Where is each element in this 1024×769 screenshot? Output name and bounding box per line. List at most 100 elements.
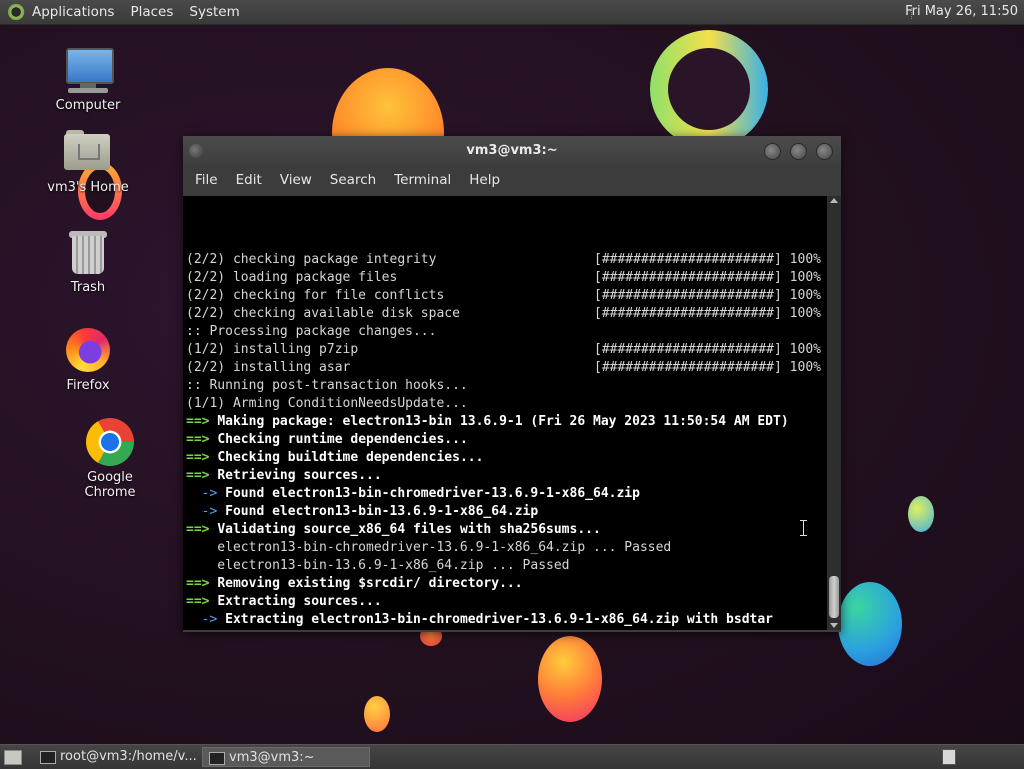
line-text: (2/2) loading package files — [186, 270, 398, 285]
close-icon[interactable] — [816, 143, 833, 160]
wallpaper-blue-bubble — [838, 582, 902, 666]
terminal-window[interactable]: vm3@vm3:~ File Edit View Search Terminal… — [183, 136, 841, 632]
line-text: (2/2) checking package integrity — [186, 252, 437, 267]
desktop-icon-trash[interactable]: Trash — [38, 228, 138, 295]
line-text: Making package: electron13-bin 13.6.9-1 … — [217, 414, 789, 429]
wallpaper-small-bubble — [364, 696, 390, 732]
desktop-icon-computer[interactable]: Computer — [38, 46, 138, 113]
maximize-icon[interactable] — [790, 143, 807, 160]
scroll-up-icon[interactable] — [830, 198, 838, 203]
line-prefix: ==> — [186, 450, 210, 465]
menu-view[interactable]: View — [271, 172, 321, 188]
line-prefix: ==> — [186, 576, 210, 591]
line-text: :: Running post-transaction hooks... — [186, 378, 468, 393]
menu-search[interactable]: Search — [321, 172, 385, 188]
menu-edit[interactable]: Edit — [227, 172, 271, 188]
scrollbar-thumb[interactable] — [829, 576, 839, 618]
line-text: (2/2) installing asar — [186, 360, 351, 375]
line-text: (1/2) installing p7zip — [186, 342, 359, 357]
terminal-line: (2/2) checking for file conflicts [######… — [186, 287, 827, 305]
line-text: Retrieving sources... — [217, 468, 382, 483]
line-prefix: -> — [186, 504, 218, 519]
terminal-line: (2/2) loading package files [############… — [186, 269, 827, 287]
terminal-icon — [40, 751, 56, 764]
line-text: electron13-bin-chromedriver-13.6.9-1-x86… — [186, 540, 672, 555]
terminal-line: ==> Validating source_x86_64 files with … — [186, 521, 827, 539]
computer-icon — [62, 46, 114, 94]
line-text: (2/2) checking for file conflicts — [186, 288, 445, 303]
terminal-line: (1/1) Arming ConditionNeedsUpdate... — [186, 395, 827, 413]
terminal-line: ==> Making package: electron13-bin 13.6.… — [186, 413, 827, 431]
terminal-scrollbar[interactable] — [827, 196, 841, 630]
terminal-line: (1/2) installing p7zip [#################… — [186, 341, 827, 359]
workspace-switcher[interactable] — [942, 749, 956, 765]
line-text: (1/1) Arming ConditionNeedsUpdate... — [186, 396, 468, 411]
trash-icon — [62, 228, 114, 276]
line-text: Checking buildtime dependencies... — [217, 450, 484, 465]
taskbar-item-vm3-terminal[interactable]: vm3@vm3:~ — [202, 747, 370, 767]
terminal-line: ==> Checking runtime dependencies... — [186, 431, 827, 449]
menu-help[interactable]: Help — [460, 172, 509, 188]
line-prefix: ==> — [186, 522, 210, 537]
terminal-line: (2/2) checking available disk space [####… — [186, 305, 827, 323]
terminal-line: -> Found electron13-bin-13.6.9-1-x86_64.… — [186, 503, 827, 521]
window-title: vm3@vm3:~ — [466, 143, 558, 158]
terminal-menu-bar: File Edit View Search Terminal Help — [183, 166, 841, 194]
terminal-line: ==> Retrieving sources... — [186, 467, 827, 485]
desktop-icon-label: Trash — [70, 280, 106, 295]
terminal-line: -> Extracting electron13-bin-chromedrive… — [186, 611, 827, 629]
desktop-icon-chrome[interactable]: Google Chrome — [60, 418, 160, 500]
top-panel: Applications Places System Fri May 26, 1… — [0, 0, 1024, 25]
applications-menu[interactable]: Applications — [32, 4, 114, 20]
terminal-line: (2/2) checking package integrity [#######… — [186, 251, 827, 269]
terminal-line: electron13-bin-13.6.9-1-x86_64.zip ... P… — [186, 557, 827, 575]
line-text: Checking runtime dependencies... — [217, 432, 468, 447]
line-text: electron13-bin-13.6.9-1-x86_64.zip ... P… — [186, 558, 570, 573]
scroll-down-icon[interactable] — [830, 623, 838, 628]
desktop-icon-label: Firefox — [66, 378, 110, 393]
clock[interactable]: Fri May 26, 11:50 — [905, 4, 1018, 19]
line-text: Found electron13-bin-chromedriver-13.6.9… — [225, 486, 640, 501]
progress-bar-text: [######################] 100% — [594, 360, 821, 375]
desktop-icon-firefox[interactable]: Firefox — [38, 326, 138, 393]
progress-bar-text: [######################] 100% — [594, 306, 821, 321]
line-text: :: Processing package changes... — [186, 324, 437, 339]
line-prefix: ==> — [186, 594, 210, 609]
terminal-line: -> Found electron13-bin-chromedriver-13.… — [186, 485, 827, 503]
distro-logo-icon[interactable] — [8, 3, 26, 21]
menu-terminal[interactable]: Terminal — [385, 172, 460, 188]
wallpaper-ring — [650, 30, 768, 148]
line-text: Extracting sources... — [217, 594, 382, 609]
line-prefix: -> — [186, 612, 218, 627]
system-menu[interactable]: System — [189, 4, 239, 20]
wallpaper-green-bubble — [908, 496, 934, 532]
desktop-icon-home[interactable]: vm3's Home — [38, 128, 138, 195]
places-menu[interactable]: Places — [130, 4, 173, 20]
firefox-icon — [62, 326, 114, 374]
window-title-bar[interactable]: vm3@vm3:~ — [183, 136, 841, 166]
desktop-icon-label: Google Chrome — [84, 470, 136, 500]
terminal-line: ==> Removing existing $srcdir/ directory… — [186, 575, 827, 593]
bottom-panel: root@vm3:/home/v... vm3@vm3:~ — [0, 744, 1024, 769]
terminal-line: ==> Extracting sources... — [186, 593, 827, 611]
line-text: Removing existing $srcdir/ directory... — [217, 576, 523, 591]
progress-bar-text: [######################] 100% — [594, 270, 821, 285]
minimize-icon[interactable] — [764, 143, 781, 160]
terminal-line: ==> Checking buildtime dependencies... — [186, 449, 827, 467]
terminal-line: :: Running post-transaction hooks... — [186, 377, 827, 395]
terminal-line: -> Extracting electron13-bin-13.6.9-1-x8… — [186, 629, 827, 630]
terminal-line: electron13-bin-chromedriver-13.6.9-1-x86… — [186, 539, 827, 557]
line-prefix: ==> — [186, 414, 210, 429]
show-desktop-icon[interactable] — [4, 750, 22, 765]
terminal-line: :: Processing package changes... — [186, 323, 827, 341]
terminal-icon — [209, 752, 225, 765]
line-text: (2/2) checking available disk space — [186, 306, 460, 321]
window-menu-icon[interactable] — [189, 144, 203, 158]
terminal-line: (2/2) installing asar [##################… — [186, 359, 827, 377]
menu-file[interactable]: File — [186, 172, 227, 188]
terminal-output[interactable]: (2/2) checking package integrity [#######… — [183, 196, 827, 630]
line-text: Found electron13-bin-13.6.9-1-x86_64.zip — [225, 504, 539, 519]
taskbar-item-label: root@vm3:/home/v... — [60, 749, 197, 764]
taskbar-item-root-terminal[interactable]: root@vm3:/home/v... — [34, 747, 200, 767]
progress-bar-text: [######################] 100% — [594, 252, 821, 267]
